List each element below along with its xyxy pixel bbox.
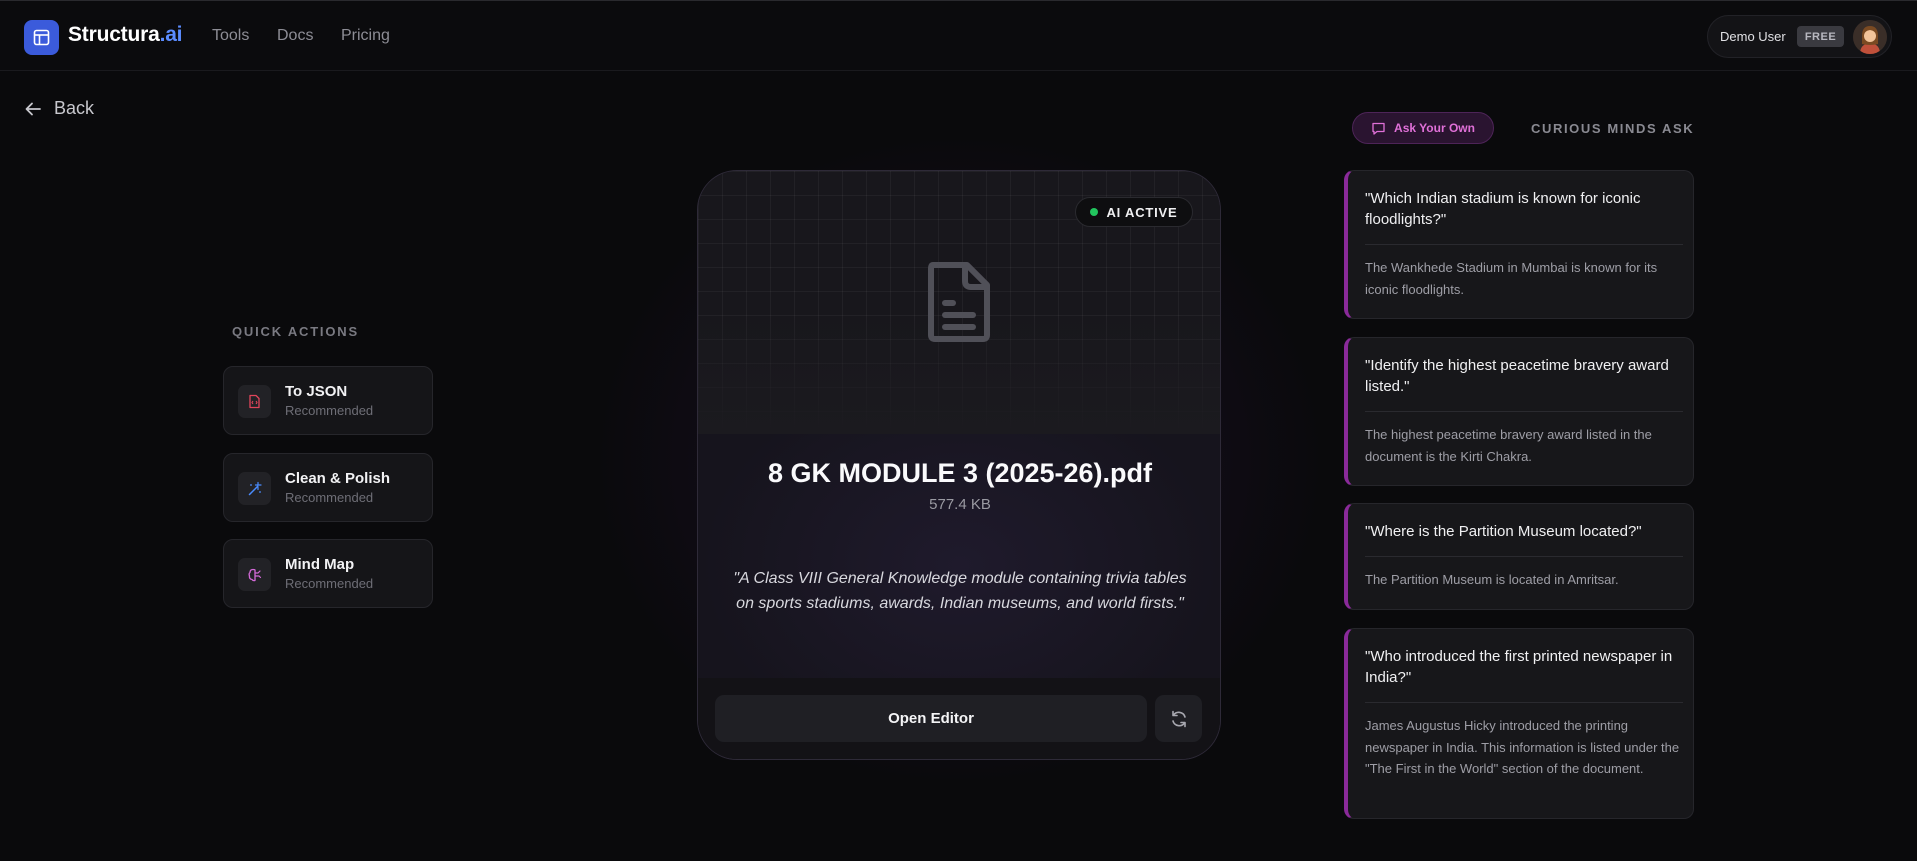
document-actions: Open Editor [698, 678, 1220, 759]
quick-actions-title: QUICK ACTIONS [232, 324, 359, 339]
curious-minds-title: CURIOUS MINDS ASK [1531, 121, 1695, 136]
answer-text: The Partition Museum is located in Amrit… [1365, 572, 1619, 587]
quick-action-sub: Recommended [285, 576, 374, 591]
nav-tools-link[interactable]: Tools [212, 27, 249, 45]
back-button[interactable]: Back [24, 98, 94, 119]
answer-text: The highest peacetime bravery award list… [1365, 427, 1652, 464]
open-editor-button[interactable]: Open Editor [715, 695, 1147, 742]
document-card: AI ACTIVE 8 GK MODULE 3 (2025-26).pdf 57… [697, 170, 1221, 760]
quick-action-sub: Recommended [285, 490, 374, 505]
file-description: "A Class VIII General Knowledge module c… [733, 570, 1187, 612]
answer-text: The Wankhede Stadium in Mumbai is known … [1365, 260, 1658, 297]
plan-badge: FREE [1797, 26, 1844, 47]
file-size: 577.4 KB [929, 496, 991, 513]
question-text: "Where is the Partition Museum located?" [1365, 523, 1642, 540]
arrow-left-icon [25, 102, 41, 115]
document-icon [928, 262, 990, 342]
qa-divider [1365, 702, 1683, 703]
quick-action-to-json[interactable]: To JSON Recommended [223, 366, 433, 435]
quick-action-label: To JSON [285, 383, 348, 400]
magic-wand-icon [238, 472, 271, 505]
user-name: Demo User [1720, 29, 1786, 44]
question-text: "Which Indian stadium is known for iconi… [1365, 190, 1641, 228]
quick-action-label: Clean & Polish [285, 470, 391, 487]
qa-divider [1365, 556, 1683, 557]
avatar[interactable] [1853, 20, 1887, 54]
quick-action-mind-map[interactable]: Mind Map Recommended [223, 539, 433, 608]
top-navigation-bar: Structura.ai Tools Docs Pricing Demo Use… [0, 0, 1917, 71]
qa-divider [1365, 411, 1683, 412]
nav-docs-link[interactable]: Docs [277, 27, 313, 45]
qa-divider [1365, 244, 1683, 245]
qa-card[interactable]: "Where is the Partition Museum located?"… [1344, 503, 1694, 610]
ai-status-badge: AI ACTIVE [1075, 197, 1193, 227]
ask-your-own-label: Ask Your Own [1394, 121, 1475, 135]
brand-name[interactable]: Structura.ai [68, 23, 183, 47]
quick-action-label: Mind Map [285, 556, 355, 573]
document-preview: AI ACTIVE [698, 171, 1220, 434]
brain-icon [238, 558, 271, 591]
question-text: "Who introduced the first printed newspa… [1365, 648, 1673, 686]
brand-suffix-text: .ai [159, 23, 183, 46]
status-dot-icon [1090, 208, 1099, 216]
quick-action-clean-polish[interactable]: Clean & Polish Recommended [223, 453, 433, 522]
chat-bubble-icon [1372, 122, 1385, 135]
back-label: Back [54, 98, 95, 118]
question-text: "Identify the highest peacetime bravery … [1365, 357, 1669, 395]
qa-card[interactable]: "Who introduced the first printed newspa… [1344, 628, 1694, 819]
refresh-icon [1171, 710, 1186, 727]
logo-icon[interactable] [24, 20, 59, 55]
answer-text: James Augustus Hicky introduced the prin… [1365, 718, 1680, 776]
qa-card[interactable]: "Identify the highest peacetime bravery … [1344, 337, 1694, 486]
qa-card[interactable]: "Which Indian stadium is known for iconi… [1344, 170, 1694, 319]
quick-action-sub: Recommended [285, 403, 374, 418]
refresh-button[interactable] [1155, 695, 1202, 742]
ask-your-own-button[interactable]: Ask Your Own [1352, 112, 1494, 144]
nav-pricing-link[interactable]: Pricing [341, 27, 390, 45]
json-file-icon [238, 385, 271, 418]
file-name: 8 GK MODULE 3 (2025-26).pdf [767, 458, 1153, 488]
user-menu[interactable]: Demo User FREE [1707, 15, 1892, 58]
ai-status-label: AI ACTIVE [1106, 204, 1178, 220]
brand-main-text: Structura [68, 23, 160, 46]
